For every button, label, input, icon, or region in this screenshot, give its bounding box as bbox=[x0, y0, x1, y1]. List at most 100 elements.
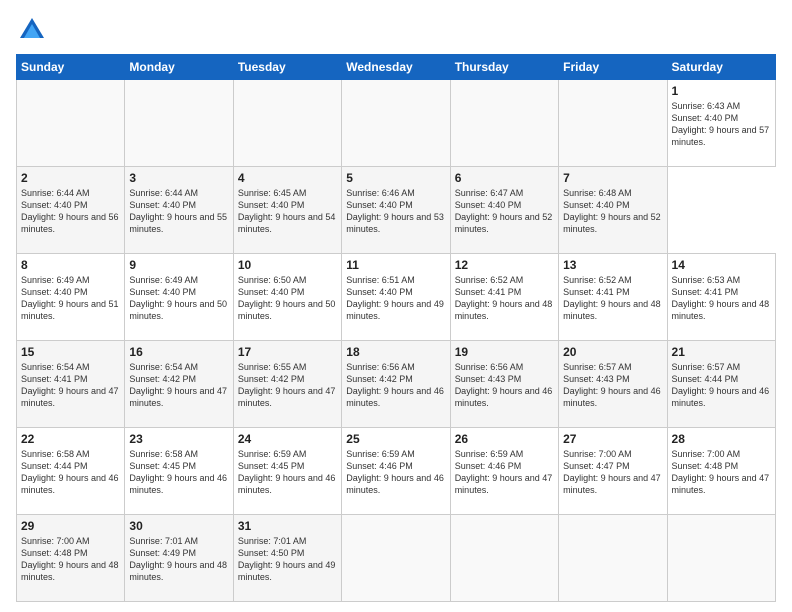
calendar-table: SundayMondayTuesdayWednesdayThursdayFrid… bbox=[16, 54, 776, 602]
day-number: 12 bbox=[455, 258, 554, 272]
day-number: 1 bbox=[672, 84, 771, 98]
day-number: 31 bbox=[238, 519, 337, 533]
day-info: Sunrise: 7:00 AMSunset: 4:47 PMDaylight:… bbox=[563, 448, 662, 497]
day-number: 9 bbox=[129, 258, 228, 272]
col-header-sunday: Sunday bbox=[17, 55, 125, 80]
day-cell-2: 2 Sunrise: 6:44 AMSunset: 4:40 PMDaylight… bbox=[17, 167, 125, 254]
day-info: Sunrise: 6:56 AMSunset: 4:43 PMDaylight:… bbox=[455, 361, 554, 410]
day-cell-4: 4 Sunrise: 6:45 AMSunset: 4:40 PMDaylight… bbox=[233, 167, 341, 254]
day-number: 18 bbox=[346, 345, 445, 359]
day-number: 15 bbox=[21, 345, 120, 359]
day-info: Sunrise: 6:59 AMSunset: 4:46 PMDaylight:… bbox=[346, 448, 445, 497]
empty-cell bbox=[559, 515, 667, 602]
day-info: Sunrise: 6:56 AMSunset: 4:42 PMDaylight:… bbox=[346, 361, 445, 410]
day-number: 17 bbox=[238, 345, 337, 359]
page: SundayMondayTuesdayWednesdayThursdayFrid… bbox=[0, 0, 792, 612]
empty-cell bbox=[667, 515, 775, 602]
header-row: SundayMondayTuesdayWednesdayThursdayFrid… bbox=[17, 55, 776, 80]
day-cell-27: 27Sunrise: 7:00 AMSunset: 4:47 PMDayligh… bbox=[559, 428, 667, 515]
day-info: Sunrise: 6:43 AMSunset: 4:40 PMDaylight:… bbox=[672, 100, 771, 149]
col-header-monday: Monday bbox=[125, 55, 233, 80]
empty-cell bbox=[125, 80, 233, 167]
empty-cell bbox=[450, 515, 558, 602]
day-cell-19: 19 Sunrise: 6:56 AMSunset: 4:43 PMDayligh… bbox=[450, 341, 558, 428]
day-number: 2 bbox=[21, 171, 120, 185]
day-info: Sunrise: 6:54 AMSunset: 4:42 PMDaylight:… bbox=[129, 361, 228, 410]
empty-cell bbox=[342, 80, 450, 167]
day-number: 5 bbox=[346, 171, 445, 185]
day-info: Sunrise: 7:01 AMSunset: 4:49 PMDaylight:… bbox=[129, 535, 228, 584]
day-number: 22 bbox=[21, 432, 120, 446]
day-number: 23 bbox=[129, 432, 228, 446]
day-cell-3: 3Sunrise: 6:44 AMSunset: 4:40 PMDaylight… bbox=[125, 167, 233, 254]
day-cell-20: 20Sunrise: 6:57 AMSunset: 4:43 PMDayligh… bbox=[559, 341, 667, 428]
day-cell-29: 29 Sunrise: 7:00 AMSunset: 4:48 PMDayligh… bbox=[17, 515, 125, 602]
day-cell-10: 10 Sunrise: 6:50 AMSunset: 4:40 PMDayligh… bbox=[233, 254, 341, 341]
day-cell-14: 14 Sunrise: 6:53 AMSunset: 4:41 PMDayligh… bbox=[667, 254, 775, 341]
empty-cell bbox=[233, 80, 341, 167]
day-info: Sunrise: 6:48 AMSunset: 4:40 PMDaylight:… bbox=[563, 187, 662, 236]
day-info: Sunrise: 6:57 AMSunset: 4:44 PMDaylight:… bbox=[672, 361, 771, 410]
day-number: 14 bbox=[672, 258, 771, 272]
day-info: Sunrise: 6:50 AMSunset: 4:40 PMDaylight:… bbox=[238, 274, 337, 323]
day-info: Sunrise: 6:49 AMSunset: 4:40 PMDaylight:… bbox=[129, 274, 228, 323]
day-number: 4 bbox=[238, 171, 337, 185]
day-number: 26 bbox=[455, 432, 554, 446]
day-info: Sunrise: 6:58 AMSunset: 4:45 PMDaylight:… bbox=[129, 448, 228, 497]
day-number: 13 bbox=[563, 258, 662, 272]
logo-icon bbox=[18, 16, 46, 44]
week-row-4: 22 Sunrise: 6:58 AMSunset: 4:44 PMDayligh… bbox=[17, 428, 776, 515]
empty-cell bbox=[559, 80, 667, 167]
day-info: Sunrise: 7:00 AMSunset: 4:48 PMDaylight:… bbox=[672, 448, 771, 497]
day-info: Sunrise: 6:58 AMSunset: 4:44 PMDaylight:… bbox=[21, 448, 120, 497]
day-number: 7 bbox=[563, 171, 662, 185]
day-cell-24: 24Sunrise: 6:59 AMSunset: 4:45 PMDayligh… bbox=[233, 428, 341, 515]
day-info: Sunrise: 6:49 AMSunset: 4:40 PMDaylight:… bbox=[21, 274, 120, 323]
day-cell-23: 23 Sunrise: 6:58 AMSunset: 4:45 PMDayligh… bbox=[125, 428, 233, 515]
logo bbox=[16, 16, 46, 44]
day-info: Sunrise: 6:52 AMSunset: 4:41 PMDaylight:… bbox=[455, 274, 554, 323]
day-cell-5: 5 Sunrise: 6:46 AMSunset: 4:40 PMDaylight… bbox=[342, 167, 450, 254]
day-cell-11: 11Sunrise: 6:51 AMSunset: 4:40 PMDayligh… bbox=[342, 254, 450, 341]
day-cell-22: 22 Sunrise: 6:58 AMSunset: 4:44 PMDayligh… bbox=[17, 428, 125, 515]
day-info: Sunrise: 6:44 AMSunset: 4:40 PMDaylight:… bbox=[21, 187, 120, 236]
day-cell-25: 25 Sunrise: 6:59 AMSunset: 4:46 PMDayligh… bbox=[342, 428, 450, 515]
day-info: Sunrise: 6:46 AMSunset: 4:40 PMDaylight:… bbox=[346, 187, 445, 236]
day-cell-31: 31Sunrise: 7:01 AMSunset: 4:50 PMDayligh… bbox=[233, 515, 341, 602]
empty-cell bbox=[17, 80, 125, 167]
day-cell-15: 15Sunrise: 6:54 AMSunset: 4:41 PMDayligh… bbox=[17, 341, 125, 428]
header bbox=[16, 16, 776, 44]
day-cell-21: 21Sunrise: 6:57 AMSunset: 4:44 PMDayligh… bbox=[667, 341, 775, 428]
day-cell-16: 16 Sunrise: 6:54 AMSunset: 4:42 PMDayligh… bbox=[125, 341, 233, 428]
day-cell-26: 26 Sunrise: 6:59 AMSunset: 4:46 PMDayligh… bbox=[450, 428, 558, 515]
col-header-wednesday: Wednesday bbox=[342, 55, 450, 80]
day-info: Sunrise: 7:00 AMSunset: 4:48 PMDaylight:… bbox=[21, 535, 120, 584]
col-header-thursday: Thursday bbox=[450, 55, 558, 80]
day-cell-28: 28Sunrise: 7:00 AMSunset: 4:48 PMDayligh… bbox=[667, 428, 775, 515]
day-number: 30 bbox=[129, 519, 228, 533]
day-number: 10 bbox=[238, 258, 337, 272]
day-info: Sunrise: 6:55 AMSunset: 4:42 PMDaylight:… bbox=[238, 361, 337, 410]
day-cell-18: 18 Sunrise: 6:56 AMSunset: 4:42 PMDayligh… bbox=[342, 341, 450, 428]
empty-cell bbox=[450, 80, 558, 167]
day-cell-7: 7 Sunrise: 6:48 AMSunset: 4:40 PMDaylight… bbox=[559, 167, 667, 254]
day-number: 16 bbox=[129, 345, 228, 359]
day-cell-6: 6Sunrise: 6:47 AMSunset: 4:40 PMDaylight… bbox=[450, 167, 558, 254]
week-row-0: 1 Sunrise: 6:43 AMSunset: 4:40 PMDaylight… bbox=[17, 80, 776, 167]
day-number: 19 bbox=[455, 345, 554, 359]
col-header-tuesday: Tuesday bbox=[233, 55, 341, 80]
day-cell-30: 30 Sunrise: 7:01 AMSunset: 4:49 PMDayligh… bbox=[125, 515, 233, 602]
day-cell-9: 9 Sunrise: 6:49 AMSunset: 4:40 PMDaylight… bbox=[125, 254, 233, 341]
col-header-saturday: Saturday bbox=[667, 55, 775, 80]
day-number: 29 bbox=[21, 519, 120, 533]
day-info: Sunrise: 6:53 AMSunset: 4:41 PMDaylight:… bbox=[672, 274, 771, 323]
day-info: Sunrise: 6:45 AMSunset: 4:40 PMDaylight:… bbox=[238, 187, 337, 236]
week-row-1: 2 Sunrise: 6:44 AMSunset: 4:40 PMDaylight… bbox=[17, 167, 776, 254]
week-row-5: 29 Sunrise: 7:00 AMSunset: 4:48 PMDayligh… bbox=[17, 515, 776, 602]
week-row-3: 15Sunrise: 6:54 AMSunset: 4:41 PMDayligh… bbox=[17, 341, 776, 428]
day-number: 25 bbox=[346, 432, 445, 446]
day-info: Sunrise: 6:59 AMSunset: 4:46 PMDaylight:… bbox=[455, 448, 554, 497]
day-cell-1: 1 Sunrise: 6:43 AMSunset: 4:40 PMDaylight… bbox=[667, 80, 775, 167]
day-number: 3 bbox=[129, 171, 228, 185]
day-number: 20 bbox=[563, 345, 662, 359]
